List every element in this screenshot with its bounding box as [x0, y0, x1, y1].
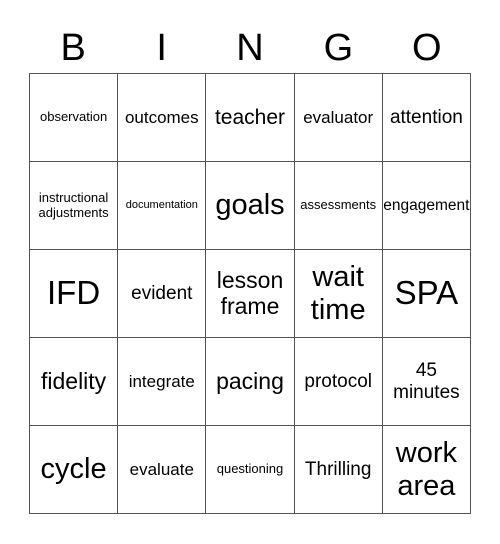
bingo-cell[interactable]: goals: [206, 162, 295, 250]
bingo-cell[interactable]: lesson frame: [206, 250, 295, 338]
bingo-cell[interactable]: SPA: [382, 250, 471, 338]
bingo-cell[interactable]: pacing: [206, 338, 295, 426]
bingo-cell[interactable]: assessments: [294, 162, 383, 250]
bingo-cell[interactable]: IFD: [30, 250, 119, 338]
bingo-cell[interactable]: attention: [382, 74, 471, 162]
bingo-cell[interactable]: teacher: [206, 74, 295, 162]
header-letter-g: G: [323, 27, 354, 69]
header-letter-o: O: [412, 27, 442, 69]
bingo-board: observation outcomes teacher evaluator a…: [29, 73, 471, 514]
bingo-cell[interactable]: outcomes: [118, 74, 207, 162]
header-letter-n: N: [236, 27, 264, 69]
bingo-header: B I N G O: [29, 26, 471, 70]
bingo-cell[interactable]: work area: [382, 426, 471, 514]
bingo-cell[interactable]: documentation: [118, 162, 207, 250]
bingo-cell[interactable]: wait time: [294, 250, 383, 338]
bingo-cell[interactable]: fidelity: [30, 338, 119, 426]
bingo-cell[interactable]: questioning: [206, 426, 295, 514]
bingo-cell[interactable]: 45 minutes: [382, 338, 471, 426]
bingo-cell[interactable]: instructional adjustments: [30, 162, 119, 250]
bingo-cell[interactable]: integrate: [118, 338, 207, 426]
bingo-cell[interactable]: cycle: [30, 426, 119, 514]
bingo-cell[interactable]: evaluator: [294, 74, 383, 162]
bingo-cell[interactable]: protocol: [294, 338, 383, 426]
header-letter-i: I: [156, 27, 167, 69]
bingo-cell[interactable]: observation: [30, 74, 119, 162]
bingo-cell[interactable]: engagement: [382, 162, 471, 250]
bingo-cell[interactable]: Thrilling: [294, 426, 383, 514]
header-letter-b: B: [60, 27, 86, 69]
bingo-cell[interactable]: evident: [118, 250, 207, 338]
bingo-cell[interactable]: evaluate: [118, 426, 207, 514]
